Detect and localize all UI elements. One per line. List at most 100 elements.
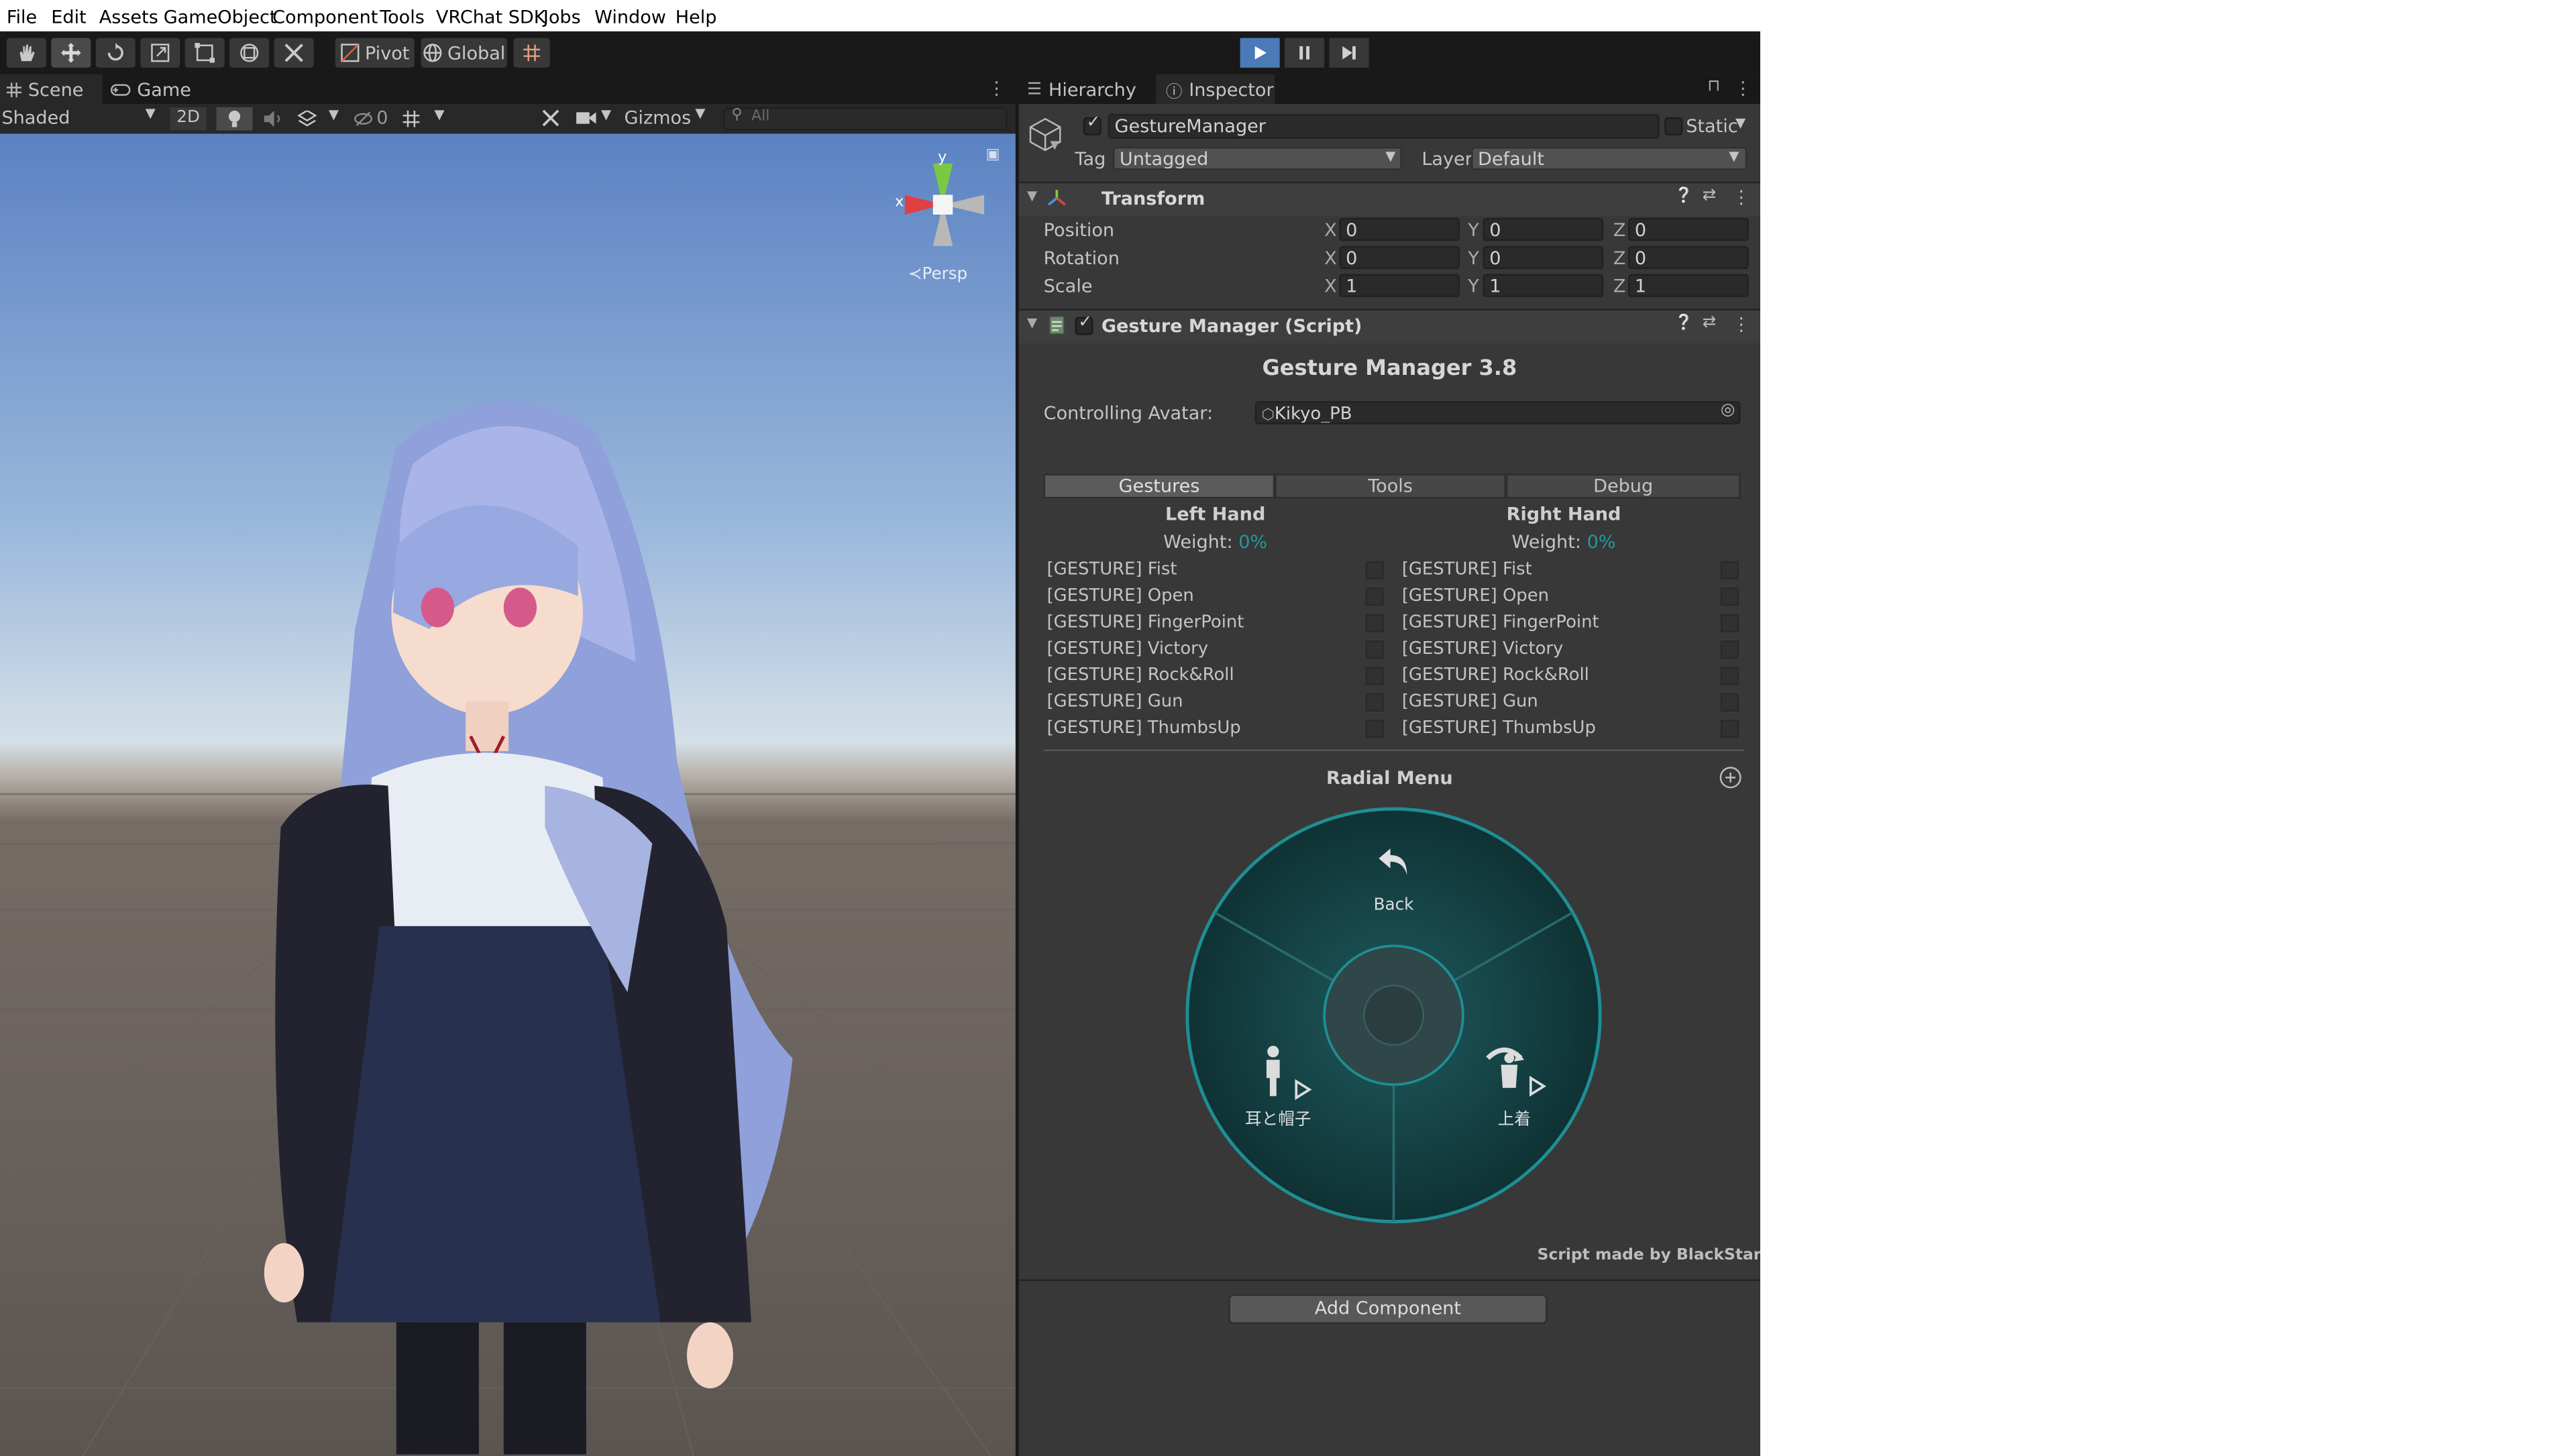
left-gesture-fingerpoint[interactable]: [GESTURE] FingerPoint bbox=[1047, 612, 1244, 632]
scene-search-input[interactable]: ⚲ All bbox=[723, 107, 1008, 131]
camera-dropdown[interactable]: ▼ bbox=[573, 107, 616, 130]
avatar-model[interactable] bbox=[0, 133, 1016, 1456]
rotate-tool-button[interactable] bbox=[95, 38, 136, 68]
static-dropdown-arrow-icon[interactable]: ▼ bbox=[1735, 115, 1746, 130]
custom-tool-button[interactable] bbox=[274, 38, 314, 68]
rotation-z-field[interactable]: 0 bbox=[1628, 245, 1749, 270]
lock-icon[interactable]: ▣ bbox=[986, 147, 1000, 164]
radial-item-right-label[interactable]: 上着 bbox=[1464, 1105, 1564, 1129]
menu-edit[interactable]: Edit bbox=[51, 7, 86, 28]
inspector-lock-icon[interactable]: ⊓ bbox=[1707, 78, 1720, 96]
shading-mode-dropdown[interactable]: Shaded bbox=[1, 107, 70, 129]
script-header[interactable]: ▼ Gesture Manager (Script) ❔ ⇄ ⋮ bbox=[1018, 309, 1760, 343]
scale-z-field[interactable]: 1 bbox=[1628, 274, 1749, 298]
left-gesture-gun-toggle[interactable] bbox=[1365, 693, 1384, 712]
script-help-icon[interactable]: ❔ bbox=[1674, 315, 1693, 332]
position-z-field[interactable]: 0 bbox=[1628, 217, 1749, 241]
left-gesture-fist-toggle[interactable] bbox=[1365, 561, 1384, 579]
tag-dropdown[interactable]: Untagged bbox=[1113, 147, 1402, 170]
right-gesture-fingerpoint[interactable]: [GESTURE] FingerPoint bbox=[1402, 612, 1599, 632]
global-toggle[interactable]: Global bbox=[421, 38, 507, 68]
2d-toggle[interactable]: 2D bbox=[170, 107, 207, 131]
right-gesture-gun-toggle[interactable] bbox=[1720, 693, 1739, 712]
persp-label[interactable]: ≺Persp bbox=[908, 266, 967, 284]
left-gesture-fingerpoint-toggle[interactable] bbox=[1365, 614, 1384, 632]
tab-tools[interactable]: Tools bbox=[1275, 473, 1506, 499]
left-gesture-victory-toggle[interactable] bbox=[1365, 640, 1384, 659]
object-picker-icon[interactable]: ◎ bbox=[1721, 401, 1735, 419]
scale-tool-button[interactable] bbox=[140, 38, 180, 68]
static-checkbox[interactable] bbox=[1664, 117, 1683, 135]
step-button[interactable] bbox=[1329, 38, 1369, 68]
tab-game[interactable]: Game bbox=[110, 74, 210, 104]
left-gesture-rockroll-toggle[interactable] bbox=[1365, 667, 1384, 685]
add-circle-icon[interactable] bbox=[1719, 766, 1741, 789]
scene-viewport[interactable]: y x ▣ ≺Persp bbox=[0, 133, 1016, 1456]
left-gesture-open[interactable]: [GESTURE] Open bbox=[1047, 586, 1194, 606]
tab-debug[interactable]: Debug bbox=[1505, 473, 1741, 499]
transform-menu-icon[interactable]: ⋮ bbox=[1732, 186, 1750, 208]
tools-overlay-toggle[interactable] bbox=[537, 107, 566, 130]
right-gesture-victory[interactable]: [GESTURE] Victory bbox=[1402, 639, 1564, 659]
script-preset-icon[interactable]: ⇄ bbox=[1703, 314, 1717, 332]
right-gesture-rockroll-toggle[interactable] bbox=[1720, 667, 1739, 685]
left-gesture-rockroll[interactable]: [GESTURE] Rock&Roll bbox=[1047, 665, 1234, 685]
controlling-avatar-field[interactable]: ⬡Kikyo_PB bbox=[1254, 401, 1741, 425]
left-gesture-thumbsup-toggle[interactable] bbox=[1365, 720, 1384, 738]
layer-dropdown[interactable]: Default bbox=[1471, 147, 1748, 170]
effects-dropdown[interactable]: ▼ bbox=[292, 107, 345, 130]
play-button[interactable] bbox=[1240, 38, 1280, 68]
radial-item-left-label[interactable]: 耳と帽子 bbox=[1228, 1105, 1328, 1129]
script-menu-icon[interactable]: ⋮ bbox=[1732, 314, 1750, 335]
left-gesture-thumbsup[interactable]: [GESTURE] ThumbsUp bbox=[1047, 718, 1241, 738]
icon-dropdown-arrow-icon[interactable]: ▼ bbox=[1051, 139, 1059, 152]
right-gesture-victory-toggle[interactable] bbox=[1720, 640, 1739, 659]
menu-vrchat-sdk[interactable]: VRChat SDK bbox=[436, 7, 546, 28]
hidden-objects-toggle[interactable]: 0 bbox=[352, 107, 394, 130]
tab-hierarchy[interactable]: ☰ Hierarchy bbox=[1027, 74, 1152, 104]
grid-snap-button[interactable] bbox=[513, 38, 550, 68]
tab-inspector[interactable]: ⓘ Inspector bbox=[1156, 74, 1275, 105]
scale-x-field[interactable]: 1 bbox=[1339, 274, 1460, 298]
pause-button[interactable] bbox=[1285, 38, 1325, 68]
gameobject-name-field[interactable]: GestureManager bbox=[1108, 113, 1660, 139]
right-gesture-fingerpoint-toggle[interactable] bbox=[1720, 614, 1739, 632]
transform-preset-icon[interactable]: ⇄ bbox=[1703, 186, 1717, 205]
script-enabled-checkbox[interactable] bbox=[1075, 314, 1093, 335]
add-component-button[interactable]: Add Component bbox=[1228, 1294, 1548, 1325]
right-gesture-gun[interactable]: [GESTURE] Gun bbox=[1402, 691, 1538, 712]
menu-window[interactable]: Window bbox=[594, 7, 666, 28]
position-x-field[interactable]: 0 bbox=[1339, 217, 1460, 241]
audio-toggle[interactable] bbox=[256, 107, 289, 130]
right-gesture-open-toggle[interactable] bbox=[1720, 587, 1739, 606]
right-gesture-open[interactable]: [GESTURE] Open bbox=[1402, 586, 1549, 606]
hand-tool-button[interactable] bbox=[6, 38, 46, 68]
left-gesture-victory[interactable]: [GESTURE] Victory bbox=[1047, 639, 1209, 659]
lighting-toggle[interactable] bbox=[216, 107, 253, 131]
left-gesture-gun[interactable]: [GESTURE] Gun bbox=[1047, 691, 1183, 712]
move-tool-button[interactable] bbox=[51, 38, 91, 68]
grid-dropdown[interactable]: ▼ bbox=[398, 107, 454, 130]
transform-tool-button[interactable] bbox=[229, 38, 270, 68]
rotation-x-field[interactable]: 0 bbox=[1339, 245, 1460, 270]
gameobject-active-checkbox[interactable] bbox=[1083, 114, 1102, 135]
position-y-field[interactable]: 0 bbox=[1483, 217, 1604, 241]
inspector-menu-icon[interactable]: ⋮ bbox=[1734, 78, 1752, 99]
right-gesture-rockroll[interactable]: [GESTURE] Rock&Roll bbox=[1402, 665, 1589, 685]
menu-gameobject[interactable]: GameObject bbox=[164, 7, 277, 28]
right-gesture-thumbsup[interactable]: [GESTURE] ThumbsUp bbox=[1402, 718, 1596, 738]
right-gesture-fist[interactable]: [GESTURE] Fist bbox=[1402, 559, 1532, 579]
scale-y-field[interactable]: 1 bbox=[1483, 274, 1604, 298]
tab-gestures[interactable]: Gestures bbox=[1043, 473, 1275, 499]
right-gesture-fist-toggle[interactable] bbox=[1720, 561, 1739, 579]
menu-assets[interactable]: Assets bbox=[99, 7, 158, 28]
left-gesture-open-toggle[interactable] bbox=[1365, 587, 1384, 606]
scene-tab-menu-icon[interactable]: ⋮ bbox=[987, 78, 1006, 99]
menu-file[interactable]: File bbox=[7, 7, 37, 28]
rect-tool-button[interactable] bbox=[184, 38, 225, 68]
transform-header[interactable]: ▼ Transform ❔ ⇄ ⋮ bbox=[1018, 181, 1760, 217]
menu-tools[interactable]: Tools bbox=[380, 7, 425, 28]
rotation-y-field[interactable]: 0 bbox=[1483, 245, 1604, 270]
pivot-toggle[interactable]: Pivot bbox=[335, 38, 415, 68]
menu-help[interactable]: Help bbox=[676, 7, 717, 28]
